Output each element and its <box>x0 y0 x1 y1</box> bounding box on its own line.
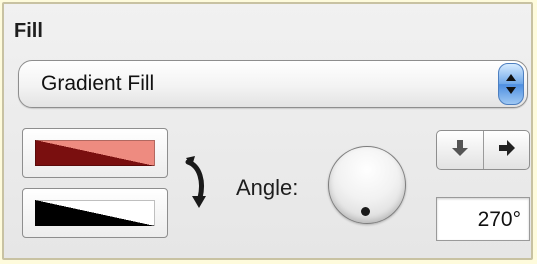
gradient-end-swatch <box>35 200 155 226</box>
angle-label: Angle: <box>236 175 299 200</box>
gradient-start-color-well[interactable] <box>22 128 168 178</box>
gradient-direction-buttons <box>436 130 530 170</box>
fill-type-selected-label: Gradient Fill <box>41 72 155 95</box>
fill-panel: Fill Gradient Fill Angle: 270° <box>2 2 533 260</box>
fill-type-popup[interactable]: Gradient Fill <box>18 60 528 108</box>
swap-arrows-icon[interactable] <box>184 152 210 217</box>
arrow-down-icon <box>452 139 468 162</box>
stepper-arrows-icon <box>498 63 524 105</box>
arrow-right-icon <box>498 139 516 161</box>
gradient-start-swatch <box>35 140 155 166</box>
angle-dial[interactable] <box>328 146 406 224</box>
direction-right-button[interactable] <box>484 131 529 169</box>
angle-value-field[interactable]: 270° <box>436 197 530 241</box>
angle-dial-indicator <box>361 207 370 216</box>
panel-title: Fill <box>14 20 43 42</box>
direction-down-button[interactable] <box>437 131 484 169</box>
gradient-end-color-well[interactable] <box>22 188 168 238</box>
